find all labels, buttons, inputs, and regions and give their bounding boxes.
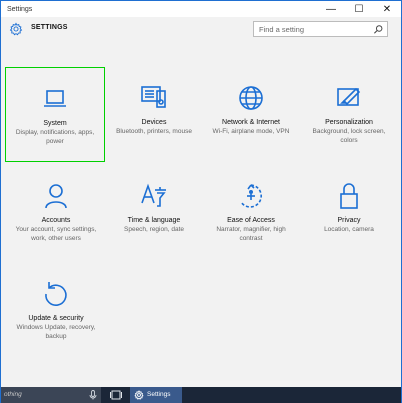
settings-grid: System Display, notifications, apps, pow…	[1, 41, 401, 381]
close-button[interactable]: ✕	[373, 1, 401, 17]
tile-description: Bluetooth, printers, mouse	[116, 128, 192, 135]
tile-description: Background, lock screen, colors	[312, 128, 386, 144]
minimize-button[interactable]: —	[317, 1, 345, 17]
tile-name: Accounts	[41, 217, 71, 224]
tile-name: Network & Internet	[222, 119, 280, 126]
settings-window: Settings — ☐ ✕ SETTINGS Find a setting S…	[0, 0, 402, 403]
search-input[interactable]: Find a setting	[253, 21, 388, 37]
search-icon[interactable]	[373, 24, 384, 35]
laptop-icon	[44, 90, 66, 107]
tile-network[interactable]: Network & Internet Wi-Fi, airplane mode,…	[201, 83, 301, 136]
tile-description: Location, camera	[324, 226, 374, 233]
gear-icon	[134, 390, 144, 400]
taskbar-app-label: Settings	[147, 391, 171, 398]
taskbar-settings-app[interactable]: Settings	[130, 387, 182, 403]
tile-description: Narrator, magnifier, high contrast	[216, 226, 286, 242]
page-title: SETTINGS	[31, 24, 68, 31]
title-bar: Settings — ☐ ✕	[1, 1, 401, 17]
tile-description: Wi-Fi, airplane mode, VPN	[212, 128, 290, 135]
tile-description: Speech, region, date	[124, 226, 184, 233]
settings-header: SETTINGS Find a setting	[1, 17, 401, 41]
devices-icon	[141, 86, 166, 108]
taskbar-search-text: othing	[4, 391, 22, 398]
tile-description: Display, notifications, apps, power	[15, 129, 95, 145]
tile-privacy[interactable]: Privacy Location, camera	[299, 181, 399, 234]
tile-name: Ease of Access	[227, 217, 275, 224]
gear-icon	[9, 22, 23, 36]
language-icon	[141, 183, 166, 207]
tile-name: System	[43, 120, 67, 127]
tile-time-language[interactable]: Time & language Speech, region, date	[104, 181, 204, 234]
update-icon	[45, 282, 67, 306]
tile-ease-of-access[interactable]: Ease of Access Narrator, magnifier, high…	[201, 181, 301, 243]
task-view-icon[interactable]	[110, 390, 122, 400]
taskbar-search-box[interactable]: othing	[1, 387, 101, 403]
tile-devices[interactable]: Devices Bluetooth, printers, mouse	[104, 83, 204, 136]
search-placeholder: Find a setting	[259, 25, 305, 34]
window-title: Settings	[7, 5, 33, 13]
tile-accounts[interactable]: Accounts Your account, sync settings, wo…	[6, 181, 106, 243]
maximize-button[interactable]: ☐	[345, 1, 373, 17]
tile-name: Devices	[141, 119, 167, 126]
microphone-icon[interactable]	[89, 390, 97, 400]
tile-name: Personalization	[325, 119, 373, 126]
taskbar: othing Settings	[1, 387, 401, 403]
tile-name: Privacy	[337, 217, 361, 224]
paint-icon	[337, 87, 361, 106]
tile-name: Time & language	[127, 217, 181, 224]
ease-of-access-icon	[240, 184, 262, 208]
tile-description: Your account, sync settings, work, other…	[15, 226, 97, 242]
tile-name: Update & security	[28, 315, 84, 322]
tile-personalization[interactable]: Personalization Background, lock screen,…	[299, 83, 399, 145]
globe-icon	[239, 86, 263, 110]
tile-system[interactable]: System Display, notifications, apps, pow…	[5, 67, 105, 162]
tile-update-security[interactable]: Update & security Windows Update, recove…	[6, 279, 106, 341]
tile-description: Windows Update, recovery, backup	[16, 324, 96, 340]
lock-icon	[340, 183, 358, 209]
person-icon	[45, 184, 67, 209]
